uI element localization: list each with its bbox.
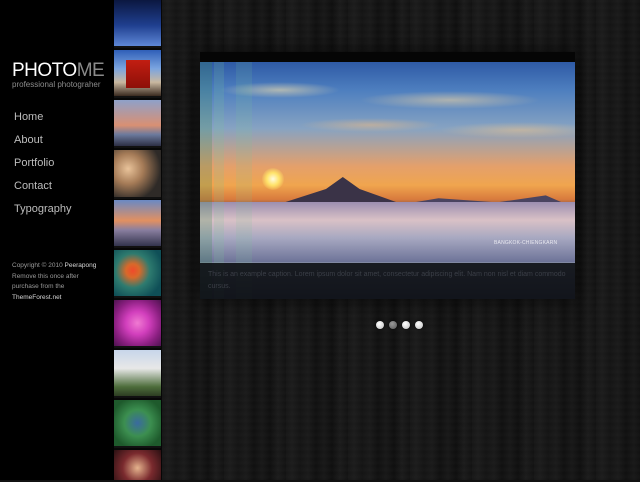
tagline: professional photograher xyxy=(12,80,101,89)
slider-pagination xyxy=(376,316,428,329)
author-link[interactable]: Peerapong xyxy=(65,262,97,269)
main-nav: Home About Portfolio Contact Typography xyxy=(14,110,71,225)
sidebar: PHOTOME professional photograher Home Ab… xyxy=(0,0,114,480)
slider-dot-3[interactable] xyxy=(402,321,410,329)
logo-bold: PHOTO xyxy=(12,60,77,81)
thumbnail-red-pagoda[interactable] xyxy=(114,50,161,98)
thumbnail-sunset-clouds[interactable] xyxy=(114,200,161,248)
sky-clouds xyxy=(200,70,575,140)
thumbnail-strip xyxy=(114,0,162,482)
copyright-prefix: Copyright © 2010 xyxy=(12,262,65,269)
thumbnail-misty-mountains[interactable] xyxy=(114,100,161,148)
slider-dot-2[interactable] xyxy=(389,321,397,329)
logo-light: ME xyxy=(76,60,105,81)
thumbnail-pink-flowers[interactable] xyxy=(114,300,161,348)
thumbnail-smiling-people[interactable] xyxy=(114,150,161,199)
slider-dot-4[interactable] xyxy=(415,321,423,329)
nav-item-typography[interactable]: Typography xyxy=(14,202,71,225)
copyright-note: Copyright © 2010 Peerapong Remove this o… xyxy=(12,261,112,303)
caption-text: This is an example caption. Lorem ipsum … xyxy=(208,271,566,290)
slideshow: BANGKOK-CHIENGKARN This is an example ca… xyxy=(200,52,575,299)
pagoda-shape xyxy=(126,60,150,88)
sea-of-clouds xyxy=(200,202,575,262)
nav-item-portfolio[interactable]: Portfolio xyxy=(14,156,71,179)
slide-caption: This is an example caption. Lorem ipsum … xyxy=(200,263,575,299)
copyright-line3: purchase from the xyxy=(12,283,65,290)
nav-item-home[interactable]: Home xyxy=(14,110,71,133)
copyright-line2: Remove this once after xyxy=(12,272,79,280)
nav-item-contact[interactable]: Contact xyxy=(14,179,71,202)
themeforest-link[interactable]: ThemeForest.net xyxy=(12,294,62,301)
thumbnail-people-portrait[interactable] xyxy=(114,450,161,482)
nav-item-about[interactable]: About xyxy=(14,133,71,156)
thumbnail-garden-trees[interactable] xyxy=(114,400,161,448)
thumbnail-orange-flower[interactable] xyxy=(114,250,161,298)
thumbnail-white-castle[interactable] xyxy=(114,350,161,398)
thumbnail-night-sky[interactable] xyxy=(114,0,161,48)
sun xyxy=(262,168,284,190)
logo[interactable]: PHOTOME xyxy=(12,60,105,82)
slider-dot-1[interactable] xyxy=(376,321,384,329)
image-location-label: BANGKOK-CHIENGKARN xyxy=(494,240,558,246)
slide-image[interactable]: BANGKOK-CHIENGKARN This is an example ca… xyxy=(200,62,575,299)
